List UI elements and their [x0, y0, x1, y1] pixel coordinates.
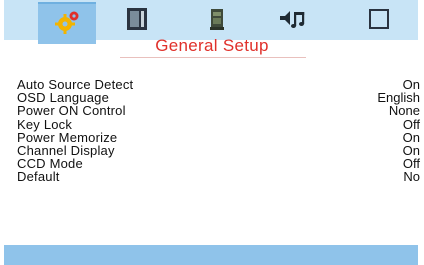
page-title: General Setup: [155, 36, 269, 55]
menu-tab-bar: [4, 0, 418, 44]
setting-value[interactable]: None: [389, 104, 420, 117]
setting-label: Power Memorize: [17, 129, 118, 145]
settings-list: Auto Source Detect On OSD Language Engli…: [17, 78, 420, 184]
music-note-icon: [278, 6, 308, 37]
setting-power-on-control[interactable]: Power ON Control None: [17, 104, 420, 117]
setting-label: Default: [17, 169, 60, 185]
setting-default[interactable]: Default No: [17, 170, 420, 183]
setting-value[interactable]: No: [403, 170, 420, 183]
tab-other[interactable]: [364, 6, 394, 36]
setting-ccd-mode[interactable]: CCD Mode Off: [17, 157, 420, 170]
square-frame-icon: [368, 8, 390, 35]
gear-icon: [54, 9, 80, 40]
tab-picture[interactable]: [122, 6, 152, 36]
tv-screen-icon: [125, 6, 149, 37]
title-divider: [120, 57, 306, 58]
setting-value[interactable]: On: [403, 131, 420, 144]
bottom-status-bar: [4, 245, 418, 265]
setting-power-memorize[interactable]: Power Memorize On: [17, 131, 420, 144]
setting-value[interactable]: Off: [403, 117, 420, 130]
speaker-icon: [206, 6, 228, 37]
tab-audio[interactable]: [202, 6, 232, 36]
setting-label: Key Lock: [17, 116, 73, 132]
osd-menu-panel: General Setup Auto Source Detect On OSD …: [0, 0, 424, 265]
setting-label: Power ON Control: [17, 103, 126, 119]
tab-sound[interactable]: [278, 6, 308, 36]
setting-key-lock[interactable]: Key Lock Off: [17, 116, 420, 132]
